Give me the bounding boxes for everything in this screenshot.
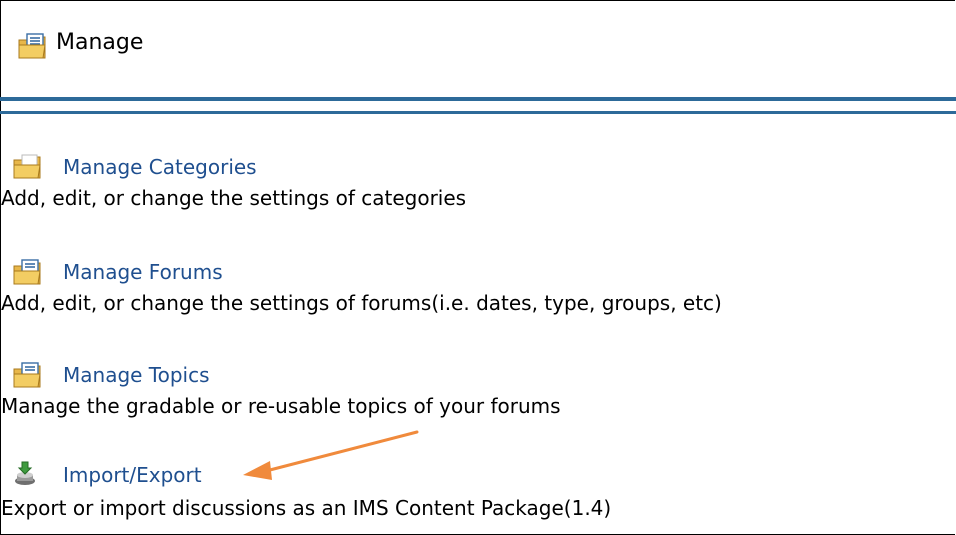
annotation-arrow	[243, 430, 419, 480]
